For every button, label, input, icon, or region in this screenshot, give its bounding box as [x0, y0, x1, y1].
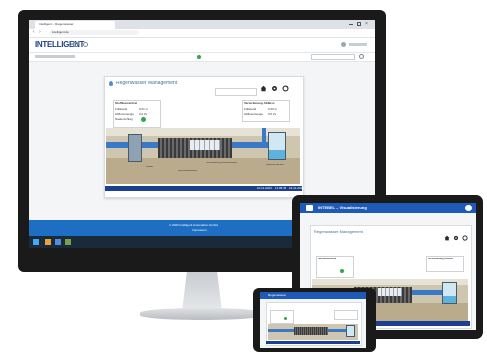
date-filter[interactable]: [215, 88, 257, 96]
phone-right-panel: [334, 310, 358, 320]
right-row-label-1: Füllstand: [244, 108, 257, 111]
scene-label-2: Rückhaltebecken: [178, 170, 198, 172]
phone-status-strip: [266, 341, 360, 344]
search-icon[interactable]: [359, 54, 364, 59]
refresh-icon[interactable]: [282, 79, 289, 92]
left-row-value-2: 0.0 l/s: [139, 113, 148, 116]
window-controls[interactable]: ×: [349, 22, 371, 27]
left-row-label-2: Abflussmenge: [115, 113, 135, 116]
left-row-label-3: Niederschlag: [115, 118, 133, 121]
monitor-base: [140, 308, 264, 320]
status-ok-icon: [284, 317, 287, 320]
header-nav-icons[interactable]: [73, 42, 103, 48]
status-ok-icon: [141, 117, 146, 122]
status-date-2: 16.11.2023: [289, 187, 304, 190]
taskbar-app-icon[interactable]: [45, 239, 51, 245]
tablet-menu-icon[interactable]: [465, 205, 472, 211]
phone-drainage-schematic: [268, 324, 358, 340]
tablet-left-panel-title: Stoffkonzentrat: [318, 258, 337, 260]
status-indicator: [197, 55, 201, 59]
tablet-logo-icon: [306, 205, 313, 211]
right-row-value-1: 0.00 m: [268, 108, 278, 111]
search-input[interactable]: [311, 54, 355, 60]
back-icon[interactable]: ‹: [33, 30, 35, 35]
scene-label-4: Speicherbecken: [266, 164, 284, 166]
status-date: 10.11.2023: [257, 187, 272, 190]
right-row-value-2: 0.0 l/s: [268, 113, 277, 116]
user-menu[interactable]: [341, 42, 369, 47]
phone-left-panel: [270, 310, 294, 324]
start-icon[interactable]: [33, 239, 39, 245]
storage-modules: [190, 140, 220, 150]
right-panel-title: Versickerung Abfluss: [244, 102, 275, 105]
left-panel-title: Stoffkonzentrat: [115, 102, 137, 105]
tablet-header-title: INTEBEL – Visualisierung: [318, 206, 367, 210]
left-row-label-1: Füllstand: [115, 108, 128, 111]
url-field[interactable]: intelligent.de: [49, 30, 139, 35]
browser-tab[interactable]: Intelligent – Regenwasser: [35, 21, 115, 29]
drainage-schematic: Zulauf Rückhaltebecken Versickerung Abfl…: [106, 128, 300, 184]
monitor-stand: [182, 272, 222, 312]
inlet-shaft: [128, 134, 142, 162]
status-time: 11:05:46: [275, 187, 287, 190]
refresh-icon[interactable]: [462, 228, 468, 241]
scene-label-1: Zulauf: [146, 166, 153, 168]
phone-screen: Regenwasser: [260, 292, 366, 348]
footer-line-2[interactable]: Impressum: [192, 229, 207, 232]
tablet-right-panel-title: Versickerung Abfluss: [428, 258, 454, 260]
tank-water-level: [269, 150, 285, 159]
forward-icon[interactable]: ›: [39, 30, 41, 35]
status-ok-icon: [340, 269, 344, 273]
gear-icon[interactable]: [453, 228, 459, 241]
rising-pipe: [262, 128, 266, 148]
left-row-value-1: 0.01 m: [139, 108, 149, 111]
home-icon[interactable]: [444, 228, 450, 241]
phone-header-title: Regenwasser: [268, 294, 287, 297]
window-title: Regenwasser Management: [116, 81, 178, 86]
footer-line-1: © 2023 Intelligent Automation GmbH: [169, 224, 218, 227]
gear-icon[interactable]: [271, 79, 278, 91]
taskbar-app-icon[interactable]: [65, 239, 71, 245]
water-drop-icon: [109, 81, 113, 86]
taskbar-app-icon[interactable]: [55, 239, 61, 245]
scene-label-3: Versickerung Abflussbecken: [206, 162, 238, 164]
right-row-label-2: Abflussmenge: [244, 113, 264, 116]
breadcrumb[interactable]: [35, 55, 75, 58]
home-icon[interactable]: [260, 79, 267, 92]
tablet-window-title: Regenwasser Management: [314, 230, 363, 234]
status-strip: [105, 186, 302, 191]
